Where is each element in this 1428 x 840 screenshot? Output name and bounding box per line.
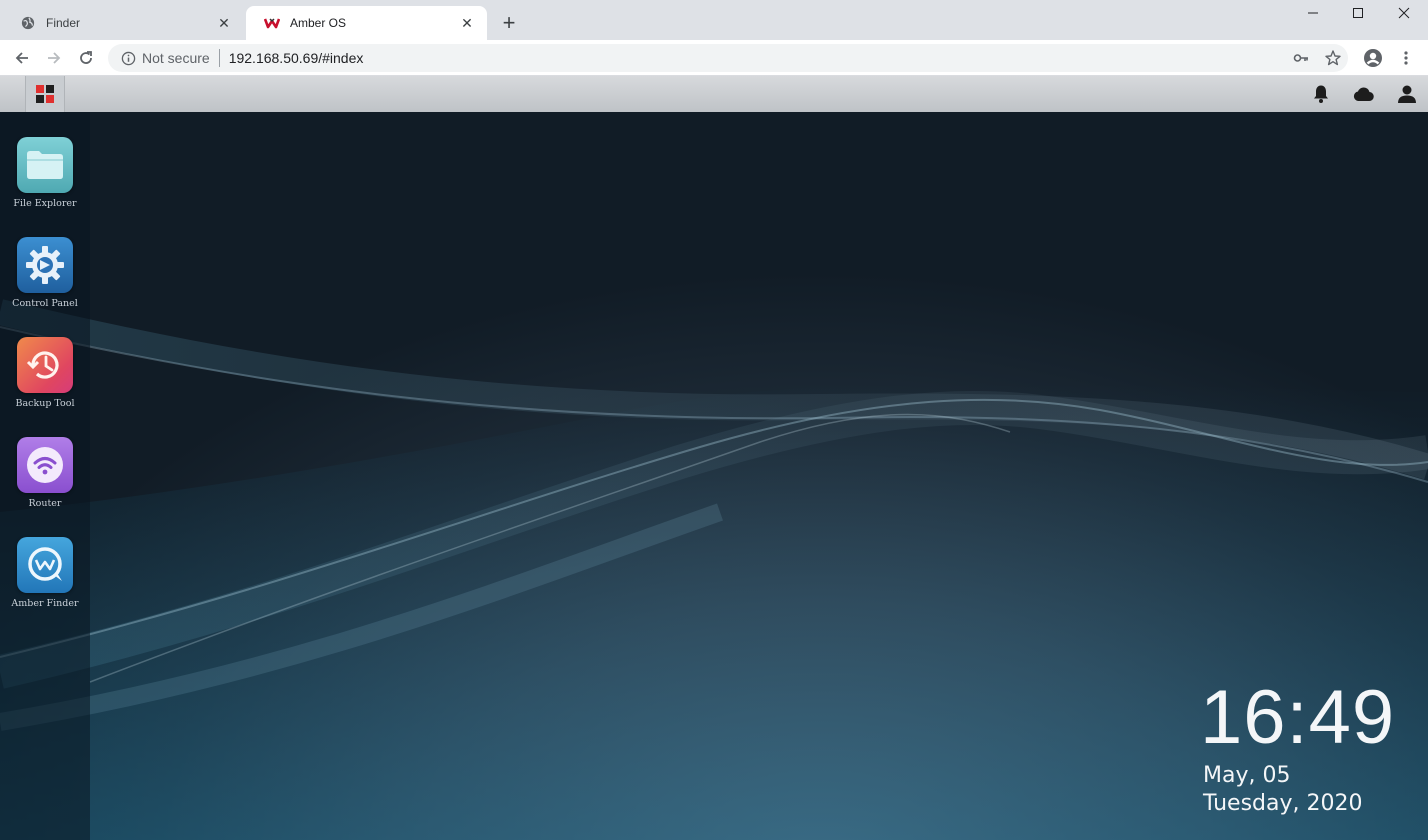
folder-icon[interactable] [17,137,73,193]
app-label: Backup Tool [15,398,75,409]
amber-logo-icon [264,15,280,31]
maximize-window-button[interactable] [1335,0,1381,26]
profile-icon[interactable] [1361,46,1385,70]
app-backup-tool[interactable]: Backup Tool [0,337,90,409]
info-icon[interactable] [120,50,136,66]
tab-finder[interactable]: Finder ✕ [2,6,244,40]
clock-time: 16:49 [1200,675,1396,760]
globe-icon [20,15,36,31]
close-window-button[interactable] [1381,0,1427,26]
tab-title: Finder [46,16,81,30]
desktop[interactable]: File Explorer Control Panel Backup Tool … [0,112,1428,840]
clock-day: Tuesday, 2020 [1203,791,1363,816]
url-text[interactable]: 192.168.50.69/#index [229,50,364,66]
reload-icon [80,51,92,64]
browser-menu-icon[interactable] [1394,46,1418,70]
close-icon [1398,7,1410,19]
grid-logo-icon [36,85,54,103]
arrow-left-icon [15,52,28,64]
wifi-icon[interactable] [17,437,73,493]
close-tab-icon[interactable]: ✕ [459,15,475,31]
browser-toolbar: Not secure 192.168.50.69/#index [0,40,1428,76]
clock-widget: 16:49 May, 05 Tuesday, 2020 [1200,678,1395,818]
key-icon[interactable] [1289,46,1313,70]
cloud-icon[interactable] [1352,83,1374,105]
start-menu-button[interactable] [25,76,65,112]
tab-title: Amber OS [290,16,347,30]
reload-button[interactable] [74,46,98,70]
tab-amber-os[interactable]: Amber OS ✕ [246,6,487,40]
clock-date: May, 05 [1203,763,1291,788]
gear-icon[interactable] [17,237,73,293]
minimize-icon [1308,12,1318,14]
minimize-window-button[interactable] [1290,0,1336,26]
chat-search-icon[interactable] [17,537,73,593]
maximize-icon [1353,8,1363,18]
app-amber-finder[interactable]: Amber Finder [0,537,90,609]
app-file-explorer[interactable]: File Explorer [0,137,90,209]
app-label: File Explorer [13,198,77,209]
browser-tab-strip: Finder ✕ Amber OS ✕ + [0,0,1428,40]
app-top-bar [0,76,1428,112]
app-control-panel[interactable]: Control Panel [0,237,90,309]
address-bar[interactable]: Not secure 192.168.50.69/#index [108,44,1348,72]
bell-icon[interactable] [1310,83,1332,105]
app-router[interactable]: Router [0,437,90,509]
clock-restore-icon[interactable] [17,337,73,393]
omnibox-divider [218,49,220,67]
user-icon[interactable] [1396,83,1418,105]
app-label: Router [28,498,62,509]
new-tab-button[interactable]: + [497,10,521,35]
arrow-right-icon [48,52,61,64]
bookmark-star-icon[interactable] [1321,46,1345,70]
app-label: Control Panel [12,298,78,309]
close-tab-icon[interactable]: ✕ [216,15,232,31]
back-button[interactable] [10,46,34,70]
forward-button[interactable] [42,46,66,70]
app-label: Amber Finder [11,598,79,609]
security-status[interactable]: Not secure [142,50,210,66]
